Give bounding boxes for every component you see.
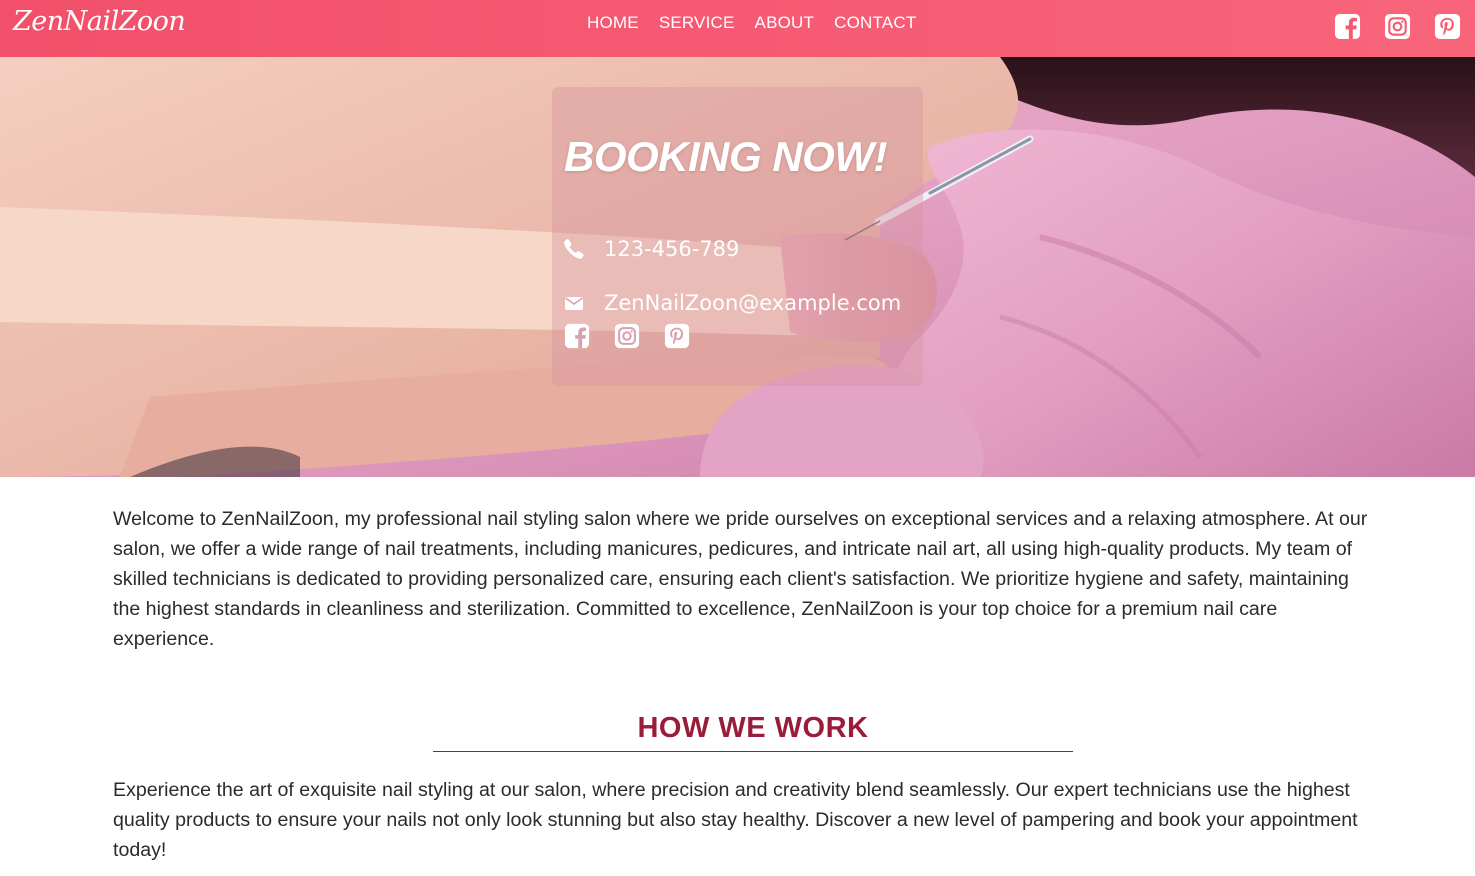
site-header: ZenNailZoon HOME SERVICE ABOUT CONTACT (0, 0, 1475, 57)
email-address[interactable]: ZenNailZoon@example.com (604, 291, 901, 315)
email-row: ZenNailZoon@example.com (562, 291, 901, 315)
booking-title: BOOKING NOW! (564, 133, 887, 180)
header-social-links (1334, 13, 1461, 40)
nav-service[interactable]: SERVICE (659, 13, 735, 33)
phone-icon (564, 239, 584, 259)
pinterest-icon[interactable] (1434, 13, 1461, 40)
pinterest-icon[interactable] (664, 323, 690, 349)
instagram-icon[interactable] (1384, 13, 1411, 40)
hero-banner: BOOKING NOW! 123-456-789 ZenNailZoon@exa… (0, 57, 1475, 477)
nav-about[interactable]: ABOUT (755, 13, 815, 33)
facebook-icon[interactable] (564, 323, 590, 349)
intro-paragraph: Welcome to ZenNailZoon, my professional … (113, 508, 1368, 650)
booking-card: BOOKING NOW! 123-456-789 ZenNailZoon@exa… (552, 87, 923, 386)
phone-row: 123-456-789 (562, 237, 739, 261)
nav-contact[interactable]: CONTACT (834, 13, 916, 33)
nav-home[interactable]: HOME (587, 13, 639, 33)
main-nav: HOME SERVICE ABOUT CONTACT (587, 13, 916, 33)
facebook-icon[interactable] (1334, 13, 1361, 40)
phone-number[interactable]: 123-456-789 (604, 237, 739, 261)
how-we-work-title: HOW WE WORK (637, 712, 869, 744)
section-divider (433, 751, 1073, 752)
instagram-icon[interactable] (614, 323, 640, 349)
booking-social-links (564, 323, 690, 349)
site-logo[interactable]: ZenNailZoon (13, 6, 186, 37)
how-we-work-paragraph: Experience the art of exquisite nail sty… (113, 779, 1358, 861)
mail-icon (565, 297, 583, 310)
